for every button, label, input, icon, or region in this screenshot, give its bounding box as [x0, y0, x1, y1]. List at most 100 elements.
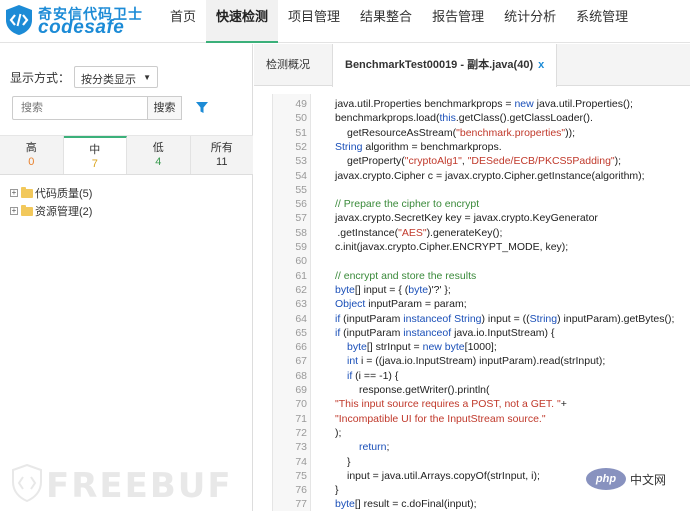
- brand-name-en: codesafe: [38, 17, 125, 38]
- php-badge: php 中文网: [586, 466, 666, 492]
- line-number: 70: [295, 398, 307, 411]
- code-line: );: [335, 426, 342, 439]
- search-input[interactable]: [12, 96, 148, 120]
- main-nav: 首页 快速检测 项目管理 结果整合 报告管理 统计分析 系统管理: [160, 0, 638, 43]
- nav-item-5[interactable]: 统计分析: [494, 0, 566, 43]
- code-line: .getInstance("AES").generateKey();: [337, 226, 503, 239]
- code-line: Object inputParam = param;: [335, 298, 467, 311]
- severity-tab-label: 高: [25, 142, 37, 154]
- line-number: 69: [295, 384, 307, 396]
- line-number: 54: [295, 169, 307, 182]
- code-line: if (inputParam instanceof java.io.InputS…: [335, 326, 555, 339]
- search-row: 搜索: [12, 96, 208, 120]
- code-line: if (i == -1) {: [347, 369, 399, 382]
- code-line: javax.crypto.Cipher c = javax.crypto.Cip…: [335, 169, 645, 182]
- severity-tab-3[interactable]: 所有 11: [190, 136, 253, 174]
- left-panel: 显示方式： 按分类显示 ▼ 搜索 高0中7低4所有11 +代码质量(5)+资源管…: [0, 44, 253, 511]
- line-number: 57: [295, 212, 307, 225]
- code-line: String algorithm = benchmarkprops.: [335, 140, 502, 153]
- expand-plus-icon[interactable]: +: [10, 207, 18, 215]
- severity-tab-count: 4: [155, 156, 162, 168]
- line-number: 68: [295, 369, 307, 382]
- severity-tab-1[interactable]: 中7: [63, 136, 127, 174]
- line-number: 73: [295, 441, 307, 454]
- folder-icon: [21, 204, 33, 216]
- tree-item[interactable]: + 代码质量(5): [10, 184, 92, 202]
- code-line: "This input source requires a POST, not …: [335, 398, 567, 411]
- line-number: 51: [295, 126, 307, 139]
- severity-tabs: 高 0 中 7 低 4 所有 11: [0, 135, 253, 175]
- line-number: 53: [295, 155, 307, 168]
- code-line: input = java.util.Arrays.copyOf(strInput…: [347, 469, 540, 482]
- line-number: 49: [295, 98, 307, 110]
- code-line: byte[] strInput = new byte[1000];: [347, 341, 497, 354]
- tree-item-label: 资源管理(2): [35, 206, 93, 218]
- code-line: byte[] result = c.doFinal(input);: [335, 498, 477, 511]
- code-viewer[interactable]: 49 java.util.Properties benchmarkprops = …: [272, 94, 690, 511]
- nav-item-2[interactable]: 项目管理: [278, 0, 350, 43]
- nav-item-1[interactable]: 快速检测: [206, 0, 279, 43]
- code-line: getResourceAsStream("benchmark.propertie…: [347, 126, 576, 139]
- brand-logo[interactable]: 奇安信代码卫士 codesafe: [4, 3, 164, 39]
- watermark-text: FREEBUF: [46, 466, 233, 506]
- search-button[interactable]: 搜索: [148, 96, 182, 120]
- line-number: 63: [295, 298, 307, 311]
- php-badge-text: 中文网: [630, 472, 667, 487]
- editor-tab-0[interactable]: 检测概况: [254, 44, 322, 86]
- code-line: "Incompatible UI for the InputStream sou…: [335, 412, 546, 425]
- display-mode-label: 显示方式：: [10, 70, 71, 85]
- editor-tabs: 检测概况 BenchmarkTest00019 - 副本.java(40) x: [254, 44, 690, 87]
- editor-tab-1[interactable]: BenchmarkTest00019 - 副本.java(40) x: [332, 44, 558, 87]
- filter-icon[interactable]: [196, 102, 208, 114]
- line-number: 50: [295, 112, 307, 125]
- line-number: 52: [295, 140, 307, 153]
- line-number: 71: [295, 412, 307, 425]
- php-logo: php: [586, 468, 626, 490]
- freebuf-watermark: FREEBUF: [8, 462, 231, 507]
- tree-item[interactable]: + 资源管理(2): [10, 202, 92, 220]
- line-number: 74: [295, 455, 307, 468]
- code-line: javax.crypto.SecretKey key = javax.crypt…: [335, 212, 598, 225]
- line-number: 65: [295, 326, 307, 339]
- severity-tab-count: 7: [91, 158, 98, 170]
- code-line: byte[] input = { (byte)'?' };: [335, 283, 451, 296]
- line-number: 60: [295, 255, 307, 268]
- code-line: }: [335, 484, 339, 497]
- display-mode-row: 显示方式： 按分类显示 ▼: [10, 66, 159, 88]
- severity-tab-2[interactable]: 低4: [127, 136, 191, 174]
- line-number: 58: [295, 226, 307, 239]
- expand-plus-icon[interactable]: +: [10, 189, 18, 197]
- code-line: // encrypt and store the results: [335, 269, 477, 282]
- code-line: benchmarkprops.load(this.getClass().getC…: [335, 112, 593, 125]
- code-line: return;: [359, 441, 390, 454]
- severity-tab-label: 低: [152, 142, 164, 154]
- folder-icon: [21, 186, 33, 198]
- category-tree: + 代码质量(5) + 资源管理(2): [10, 184, 92, 220]
- line-number: 66: [295, 341, 307, 354]
- editor-tab-label: 检测概况: [266, 59, 310, 71]
- line-number: 72: [295, 426, 307, 439]
- right-panel: 检测概况 BenchmarkTest00019 - 副本.java(40) x 49…: [254, 44, 690, 511]
- display-mode-select[interactable]: 按分类显示 ▼: [74, 66, 159, 88]
- line-number: 55: [295, 183, 307, 196]
- close-icon[interactable]: x: [538, 59, 544, 71]
- severity-tab-label: 所有: [210, 142, 233, 154]
- nav-item-0[interactable]: 首页: [160, 0, 206, 43]
- code-line: getProperty("cryptoAlg1", "DESede/ECB/PK…: [347, 155, 622, 168]
- nav-item-3[interactable]: 结果整合: [350, 0, 422, 43]
- code-line: response.getWriter().println(: [359, 384, 490, 396]
- line-number: 62: [295, 283, 307, 296]
- line-number: 75: [295, 469, 307, 482]
- code-line: int i = ((java.io.InputStream) inputPara…: [347, 355, 606, 368]
- line-number: 56: [295, 198, 307, 211]
- code-line: if (inputParam instanceof String) input …: [335, 312, 675, 325]
- nav-item-4[interactable]: 报告管理: [422, 0, 494, 43]
- severity-tab-0[interactable]: 高0: [0, 136, 64, 174]
- nav-item-6[interactable]: 系统管理: [566, 0, 638, 43]
- severity-tab-count: 0: [28, 156, 35, 168]
- tree-item-label: 代码质量(5): [35, 188, 93, 200]
- line-number: 67: [295, 355, 307, 368]
- line-number: 77: [295, 498, 307, 511]
- severity-tab-count: 11: [216, 156, 228, 168]
- top-bar: 奇安信代码卫士 codesafe 首页 快速检测 项目管理 结果整合 报告管理 统计分析系…: [0, 0, 690, 43]
